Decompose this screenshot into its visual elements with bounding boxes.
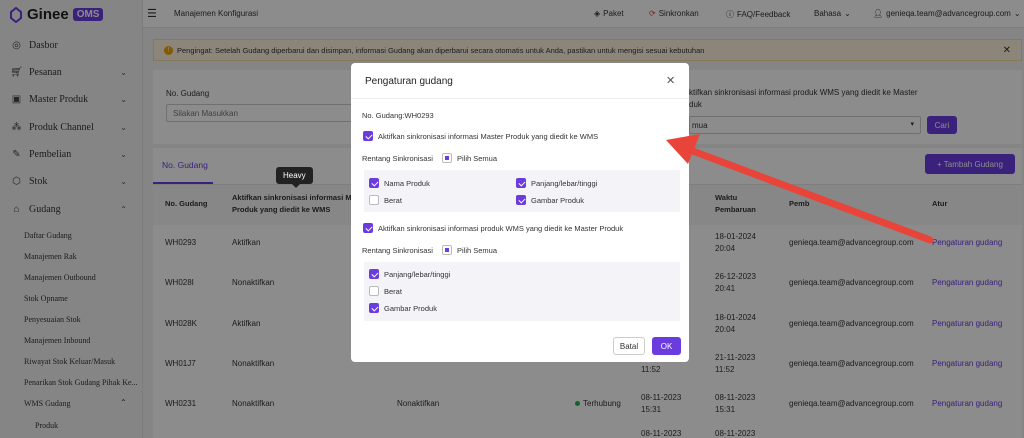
- annotation-arrow: [666, 134, 934, 244]
- arrow-shaft: [686, 146, 934, 244]
